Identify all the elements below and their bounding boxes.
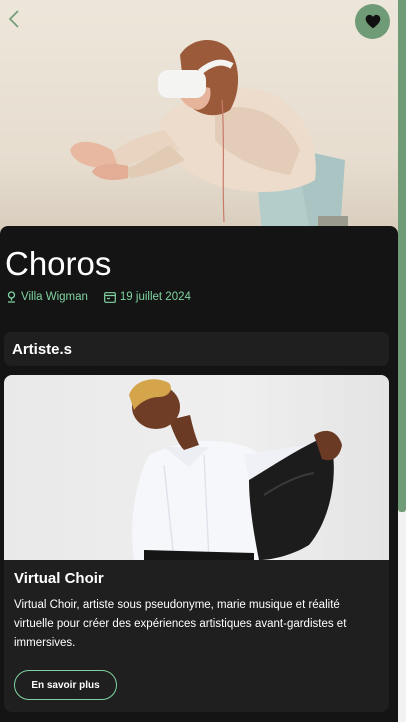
scrollbar-thumb[interactable] xyxy=(398,0,406,512)
artists-section-header: Artiste.s xyxy=(4,332,389,366)
learn-more-button[interactable]: En savoir plus xyxy=(14,670,117,700)
heart-icon xyxy=(365,14,380,29)
artist-photo xyxy=(4,375,389,560)
artist-description: Virtual Choir, artiste sous pseudonyme, … xyxy=(14,599,347,649)
favorite-button[interactable] xyxy=(355,4,390,39)
chevron-left-icon xyxy=(8,10,19,28)
hero-image xyxy=(0,0,398,232)
section-title: Artiste.s xyxy=(12,340,73,358)
artist-name: Virtual Choir xyxy=(14,570,104,587)
calendar-icon xyxy=(104,290,116,304)
event-date: 19 juillet 2024 xyxy=(119,291,191,303)
back-button[interactable] xyxy=(4,6,24,32)
location-pin-icon xyxy=(5,290,17,304)
event-meta: Villa Wigman 19 juillet 2024 xyxy=(5,289,191,305)
event-title: Choros xyxy=(5,245,112,282)
artist-card: Virtual Choir Virtual Choir, artiste sou… xyxy=(4,375,389,712)
event-venue: Villa Wigman xyxy=(21,291,88,303)
